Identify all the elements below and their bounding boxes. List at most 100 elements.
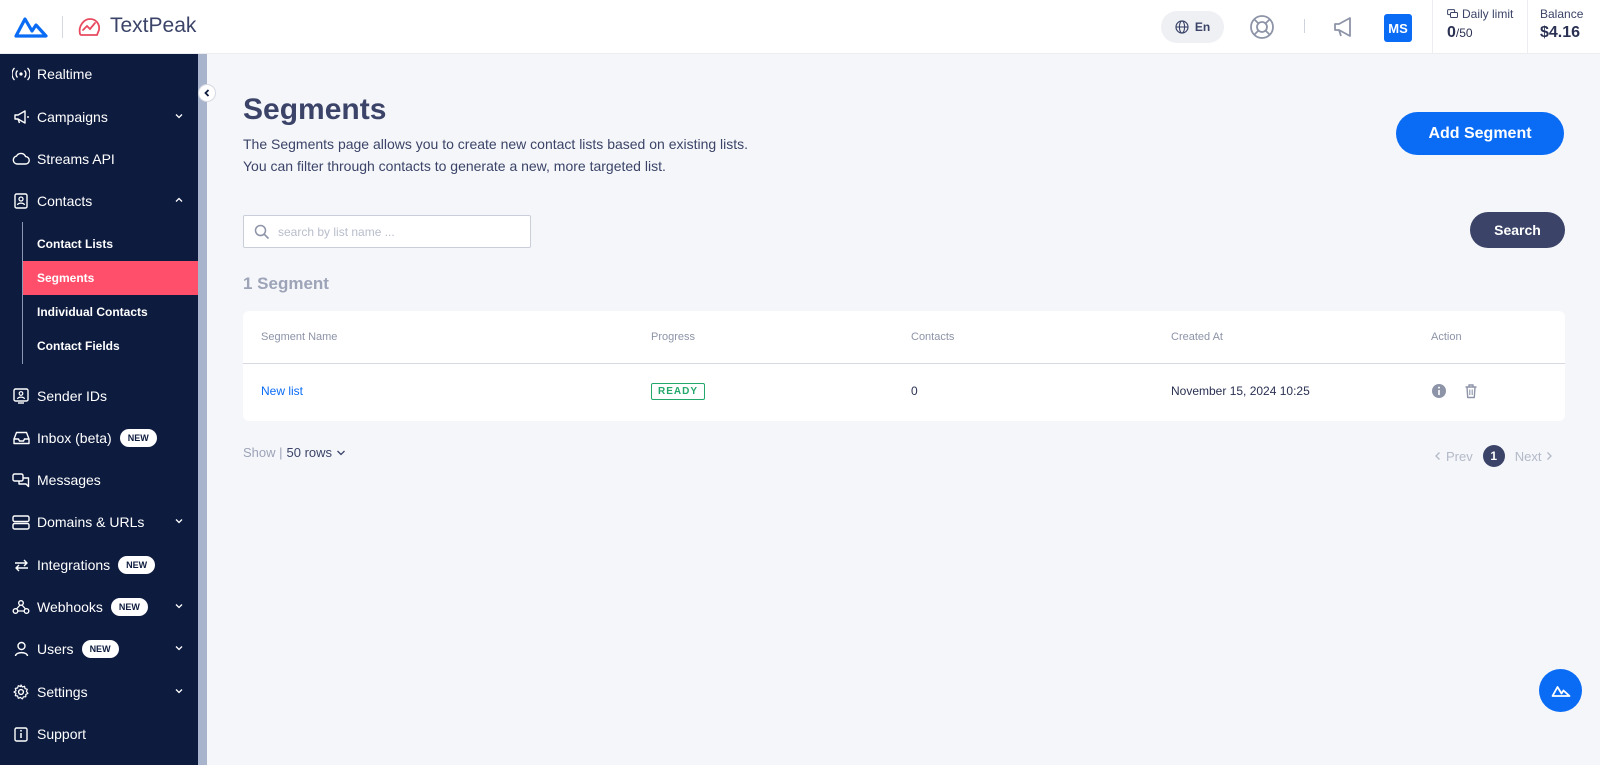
sidebar-item-contacts[interactable]: Contacts [0, 181, 198, 221]
sidebar-item-label: Realtime [37, 66, 93, 82]
sidebar-item-webhooks[interactable]: Webhooks NEW [0, 587, 198, 627]
user-avatar[interactable]: MS [1384, 14, 1412, 42]
page-number-current[interactable]: 1 [1482, 445, 1505, 467]
sidebar-item-campaigns[interactable]: Campaigns [0, 97, 198, 137]
chevron-down-icon[interactable] [174, 516, 184, 526]
lifebuoy-icon[interactable] [1248, 13, 1276, 41]
sidebar-item-label: Users [37, 641, 74, 657]
language-label: En [1194, 20, 1211, 34]
segments-table: Segment Name Progress Contacts Created A… [243, 311, 1565, 421]
gear-icon [12, 683, 30, 701]
column-header-contacts[interactable]: Contacts [911, 331, 954, 343]
user-icon [12, 640, 30, 658]
webhook-icon [12, 598, 30, 616]
chevron-down-icon[interactable] [174, 643, 184, 653]
globe-icon [1175, 20, 1189, 34]
megaphone-icon [12, 108, 30, 126]
app-logo-icon[interactable] [14, 14, 48, 40]
daily-limit-total: /50 [1455, 26, 1473, 40]
toolbar-divider [1304, 19, 1305, 33]
contacts-icon [12, 192, 30, 210]
sidebar-item-sender-ids[interactable]: Sender IDs [0, 376, 198, 416]
daily-limit-label: Daily limit [1462, 7, 1514, 21]
add-segment-button[interactable]: Add Segment [1396, 112, 1564, 155]
pagination: Prev 1 Next [1434, 445, 1553, 467]
column-header-progress[interactable]: Progress [651, 331, 695, 343]
sidebar-item-label: Streams API [37, 151, 115, 167]
balance: Balance $4.16 [1540, 7, 1583, 42]
daily-limit-used: 0 [1447, 24, 1456, 41]
sidebar-collapse-button[interactable] [198, 84, 216, 102]
sidebar-scrollbar[interactable] [198, 54, 207, 765]
language-selector[interactable]: En [1161, 11, 1224, 43]
new-badge: NEW [119, 429, 157, 447]
column-header-created-at[interactable]: Created At [1171, 331, 1223, 343]
created-at: November 15, 2024 10:25 [1171, 384, 1310, 398]
logo-divider [62, 16, 63, 38]
chevron-down-icon[interactable] [174, 686, 184, 696]
top-bar: TextPeak En MS Daily limit 0/50 Balance … [0, 0, 1600, 54]
sidebar-item-support[interactable]: Support [0, 714, 198, 754]
sidebar-item-label: Support [37, 726, 87, 742]
trash-icon[interactable] [1463, 383, 1479, 399]
realtime-icon [12, 65, 30, 83]
sidebar-item-label: Contacts [37, 193, 93, 209]
sidebar-item-label: Webhooks [37, 599, 103, 615]
chevron-left-icon [204, 89, 210, 97]
chevron-down-icon[interactable] [174, 601, 184, 611]
rows-value: 50 rows [286, 445, 333, 460]
column-header-segment-name[interactable]: Segment Name [261, 331, 337, 343]
server-icon [12, 513, 30, 531]
search-button[interactable]: Search [1470, 212, 1565, 248]
sidebar-item-label: Settings [37, 684, 88, 700]
sidebar-item-integrations[interactable]: Integrations NEW [0, 545, 198, 585]
prev-label: Prev [1446, 448, 1473, 464]
sidebar-subitem-segments[interactable]: Segments [23, 261, 198, 295]
next-page-button[interactable]: Next [1515, 449, 1554, 464]
prev-page-button[interactable]: Prev [1434, 449, 1473, 464]
search-input[interactable] [278, 224, 518, 239]
column-header-action: Action [1431, 331, 1462, 343]
new-badge: NEW [118, 556, 156, 574]
balance-value: $4.16 [1540, 24, 1581, 41]
sidebar-subitem-contact-fields[interactable]: Contact Fields [23, 329, 198, 363]
app-logo-icon [1551, 685, 1570, 697]
header-divider [243, 363, 1565, 364]
rows-per-page: Show | 50 rows [243, 445, 346, 460]
sidebar-item-users[interactable]: Users NEW [0, 629, 198, 669]
brand-chart-icon [78, 18, 101, 36]
cloud-icon [12, 150, 30, 168]
megaphone-icon[interactable] [1330, 13, 1358, 41]
sidebar-item-label: Domains & URLs [37, 514, 145, 530]
search-field[interactable] [243, 215, 531, 248]
sidebar-subitem-individual-contacts[interactable]: Individual Contacts [23, 295, 198, 329]
status-badge: READY [651, 383, 706, 400]
show-label: Show | [243, 445, 283, 460]
description-line: You can filter through contacts to gener… [243, 158, 666, 174]
description-line: The Segments page allows you to create n… [243, 136, 749, 152]
help-chat-button[interactable] [1539, 669, 1582, 712]
segment-name-link[interactable]: New list [261, 384, 303, 398]
sender-id-icon [12, 387, 30, 405]
info-icon[interactable] [1431, 383, 1447, 399]
sidebar-item-messages[interactable]: Messages [0, 460, 198, 500]
messages-icon [1447, 9, 1458, 18]
messages-icon [12, 471, 30, 489]
sidebar-item-label: Campaigns [37, 109, 108, 125]
contacts-count: 0 [911, 384, 918, 398]
page-title: Segments [243, 93, 387, 126]
daily-limit: Daily limit 0/50 [1432, 0, 1528, 54]
sidebar-subitem-contact-lists[interactable]: Contact Lists [23, 227, 198, 261]
sidebar-item-realtime[interactable]: Realtime [0, 54, 198, 94]
sidebar-item-streams-api[interactable]: Streams API [0, 139, 198, 179]
sidebar-item-settings[interactable]: Settings [0, 672, 198, 712]
rows-per-page-select[interactable]: 50 rows [287, 445, 347, 460]
sidebar: Realtime Campaigns Streams API Contacts … [0, 54, 198, 765]
sidebar-item-inbox[interactable]: Inbox (beta) NEW [0, 418, 198, 458]
sidebar-item-domains-urls[interactable]: Domains & URLs [0, 502, 198, 542]
sidebar-item-label: Sender IDs [37, 388, 108, 404]
chevron-up-icon[interactable] [174, 195, 184, 205]
search-icon [254, 224, 270, 240]
chevron-down-icon[interactable] [174, 111, 184, 121]
sidebar-item-label: Integrations [37, 557, 111, 573]
